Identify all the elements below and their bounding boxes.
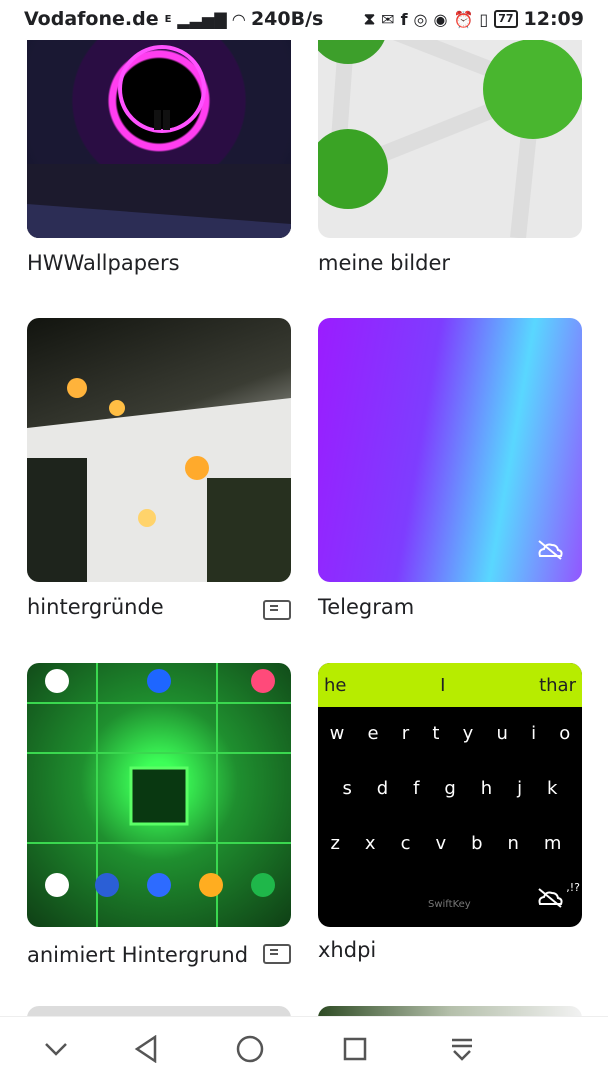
- key: t: [432, 723, 440, 744]
- keyboard-row-3: z x c v b n m: [318, 833, 582, 854]
- album-name-meine-bilder[interactable]: meine bilder: [318, 251, 450, 275]
- key: w: [329, 723, 345, 744]
- snow-village-art: [27, 378, 291, 582]
- album-name-xhdpi[interactable]: xhdpi: [318, 938, 376, 962]
- album-info-icon[interactable]: [263, 944, 291, 964]
- album-thumbnail-hintergruende[interactable]: [27, 318, 291, 582]
- key: z: [330, 833, 340, 854]
- back-triangle-icon[interactable]: [124, 1027, 168, 1071]
- key: n: [507, 833, 519, 854]
- clock: 12:09: [523, 8, 584, 30]
- battery-icon: 77: [494, 10, 518, 28]
- album-thumbnail-telegram[interactable]: [318, 318, 582, 582]
- key: c: [400, 833, 411, 854]
- key: m: [543, 833, 562, 854]
- album-name-hintergruende[interactable]: hintergründe: [27, 595, 164, 619]
- status-right: ⧗ ✉ f ◎ ◉ ⏰ ▯ 77 12:09: [364, 8, 584, 30]
- key: b: [471, 833, 483, 854]
- key: h: [480, 778, 493, 799]
- key: o: [559, 723, 571, 744]
- keyboard-row-2: s d f g h j k: [318, 778, 582, 799]
- suggestion-1: he: [324, 674, 347, 696]
- notification-pulldown-icon[interactable]: [440, 1027, 484, 1071]
- home-circle-icon[interactable]: [228, 1027, 272, 1071]
- suggestion-3: thar: [539, 674, 576, 696]
- status-bar: Vodafone.de E ▂▃▅▇ ◠ 240B/s ⧗ ✉ f ◎ ◉ ⏰ …: [0, 0, 608, 40]
- key: v: [435, 833, 447, 854]
- key: x: [364, 833, 376, 854]
- key: f: [413, 778, 420, 799]
- key: y: [462, 723, 474, 744]
- network-type: E: [164, 13, 172, 25]
- album-name-hwwallpapers[interactable]: HWWallpapers: [27, 251, 180, 275]
- key: j: [517, 778, 523, 799]
- circuit-art: [27, 663, 291, 927]
- wifi-icon: ◠: [232, 9, 245, 29]
- key: s: [342, 778, 352, 799]
- keyboard-row-1: w e r t y u i o: [318, 723, 582, 744]
- album-name-telegram[interactable]: Telegram: [318, 595, 414, 619]
- cloud-off-icon: [538, 540, 563, 560]
- alarm-icon: ⏰: [453, 9, 474, 29]
- navigation-bar: [0, 1016, 608, 1081]
- eye-icon: ◉: [433, 9, 448, 29]
- album-name-animiert-hintergrund[interactable]: animiert Hintergrund: [27, 938, 267, 972]
- key: r: [401, 723, 410, 744]
- chevron-down-icon[interactable]: [34, 1027, 78, 1071]
- key: d: [376, 778, 389, 799]
- hourglass-icon: ⧗: [363, 9, 376, 28]
- keyboard-punct: ,!?: [566, 881, 580, 894]
- album-thumbnail-animiert-hintergrund[interactable]: [27, 663, 291, 927]
- keyboard-brand: SwiftKey: [428, 899, 471, 910]
- album-thumbnail-xhdpi[interactable]: he I thar w e r t y u i o s d f g h j k …: [318, 663, 582, 927]
- facebook-icon: f: [400, 9, 408, 29]
- album-info-icon[interactable]: [263, 600, 291, 620]
- signal-icon: ▂▃▅▇: [177, 9, 227, 29]
- recents-square-icon[interactable]: [333, 1027, 377, 1071]
- app-icon: ◎: [413, 9, 428, 29]
- key: u: [496, 723, 508, 744]
- status-left: Vodafone.de E ▂▃▅▇ ◠ 240B/s: [24, 8, 323, 30]
- key: k: [547, 778, 558, 799]
- key: g: [444, 778, 456, 799]
- keyboard-suggestion-bar: he I thar: [318, 663, 582, 707]
- key: i: [531, 723, 537, 744]
- carrier-label: Vodafone.de: [24, 8, 159, 30]
- cloud-off-icon: [538, 888, 563, 908]
- vibrate-icon: ▯: [479, 9, 489, 29]
- speed-label: 240B/s: [250, 8, 324, 30]
- key: e: [367, 723, 379, 744]
- mail-icon: ✉: [381, 9, 395, 29]
- suggestion-2: I: [440, 674, 446, 696]
